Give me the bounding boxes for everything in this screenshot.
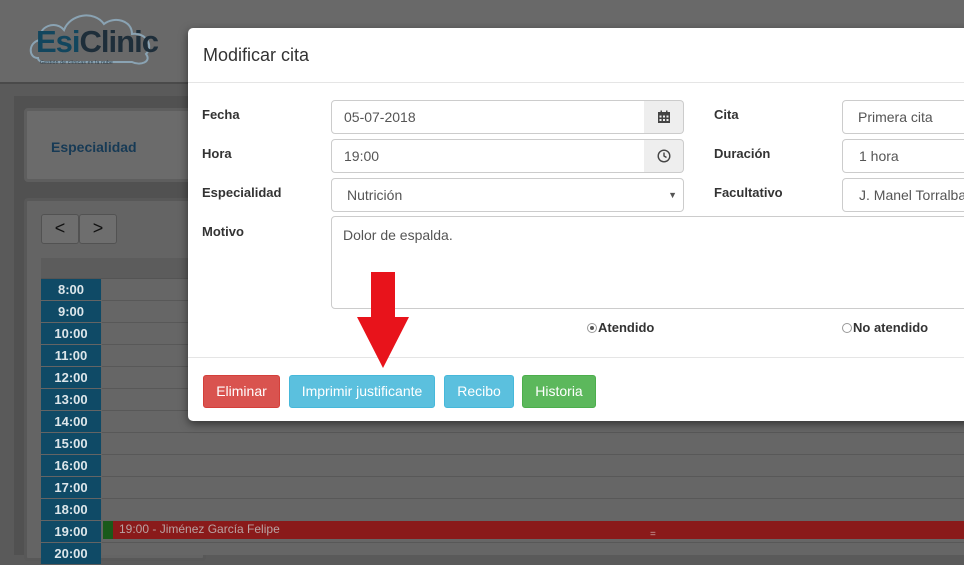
time-slot: 20:00 xyxy=(41,543,101,564)
grid-line xyxy=(102,498,964,499)
especialidad-value: Nutrición xyxy=(347,187,403,203)
atendido-label: Atendido xyxy=(598,320,655,335)
recibo-button[interactable]: Recibo xyxy=(444,375,514,408)
time-slot: 16:00 xyxy=(41,455,101,476)
facultativo-label: Facultativo xyxy=(714,185,783,200)
facultativo-select[interactable]: J. Manel Torralba xyxy=(842,178,964,212)
grid-line xyxy=(102,476,964,477)
especialidad-select[interactable]: Nutrición ▼ xyxy=(331,178,684,212)
time-slot: 12:00 xyxy=(41,367,101,388)
grid-line xyxy=(102,542,964,543)
chevron-left-icon: < xyxy=(54,218,66,238)
prev-button[interactable]: < xyxy=(41,214,79,244)
duracion-select[interactable]: 1 hora xyxy=(842,139,964,173)
specialty-box: Especialidad xyxy=(24,108,206,182)
time-slot: 11:00 xyxy=(41,345,101,366)
time-slot: 17:00 xyxy=(41,477,101,498)
time-column: 8:00 9:00 10:00 11:00 12:00 13:00 14:00 … xyxy=(41,279,101,565)
especialidad-label: Especialidad xyxy=(202,185,282,200)
radio-unchecked-icon[interactable] xyxy=(842,322,852,333)
eliminar-button[interactable]: Eliminar xyxy=(203,375,280,408)
time-slot: 9:00 xyxy=(41,301,101,322)
logo-text: EsiClinic xyxy=(36,24,159,59)
cita-label: Cita xyxy=(714,107,739,122)
modal-title: Modificar cita xyxy=(203,45,310,65)
fecha-label: Fecha xyxy=(202,107,240,122)
modify-appointment-modal: Modificar cita Fecha 05-07-2018 Hora 19:… xyxy=(188,28,964,421)
imprimir-justificante-button[interactable]: Imprimir justificante xyxy=(289,375,435,408)
specialty-label: Especialidad xyxy=(51,139,137,155)
hora-addon[interactable] xyxy=(644,139,684,173)
chevron-right-icon: > xyxy=(92,218,104,238)
appointment-event[interactable]: 19:00 - Jiménez García Felipe xyxy=(103,521,964,539)
time-slot: 10:00 xyxy=(41,323,101,344)
time-slot: 19:00 xyxy=(41,521,101,542)
cita-select[interactable]: Primera cita xyxy=(842,100,964,134)
duracion-label: Duración xyxy=(714,146,771,161)
calendar-icon xyxy=(657,110,670,123)
event-resize-handle[interactable]: = xyxy=(650,529,656,540)
motivo-label: Motivo xyxy=(202,224,244,239)
no-atendido-radio-option[interactable]: No atendido xyxy=(842,320,928,335)
motivo-textarea[interactable]: Dolor de espalda. xyxy=(331,216,964,309)
time-slot: 14:00 xyxy=(41,411,101,432)
esiclinic-logo[interactable]: EsiClinic Gestión de clínicas en la nube xyxy=(28,8,159,72)
next-button[interactable]: > xyxy=(79,214,117,244)
hora-label: Hora xyxy=(202,146,232,161)
time-slot: 15:00 xyxy=(41,433,101,454)
grid-line xyxy=(102,454,964,455)
atendido-radio-option[interactable]: Atendido xyxy=(587,320,654,335)
hora-input[interactable]: 19:00 xyxy=(331,139,645,173)
fecha-input[interactable]: 05-07-2018 xyxy=(331,100,645,134)
appointment-event-text: 19:00 - Jiménez García Felipe xyxy=(119,522,280,536)
modal-footer: Eliminar Imprimir justificante Recibo Hi… xyxy=(188,357,964,422)
fecha-addon[interactable] xyxy=(644,100,684,134)
time-slot: 18:00 xyxy=(41,499,101,520)
grid-line xyxy=(102,432,964,433)
time-slot: 8:00 xyxy=(41,279,101,300)
logo-tagline: Gestión de clínicas en la nube xyxy=(40,60,113,66)
modal-header: Modificar cita xyxy=(188,28,964,83)
historia-button[interactable]: Historia xyxy=(522,375,596,408)
radio-checked-icon[interactable] xyxy=(587,322,597,333)
red-arrow-annotation-icon xyxy=(357,272,409,368)
no-atendido-label: No atendido xyxy=(853,320,929,335)
chevron-down-icon: ▼ xyxy=(668,190,677,200)
time-slot: 13:00 xyxy=(41,389,101,410)
clock-icon xyxy=(656,149,671,163)
